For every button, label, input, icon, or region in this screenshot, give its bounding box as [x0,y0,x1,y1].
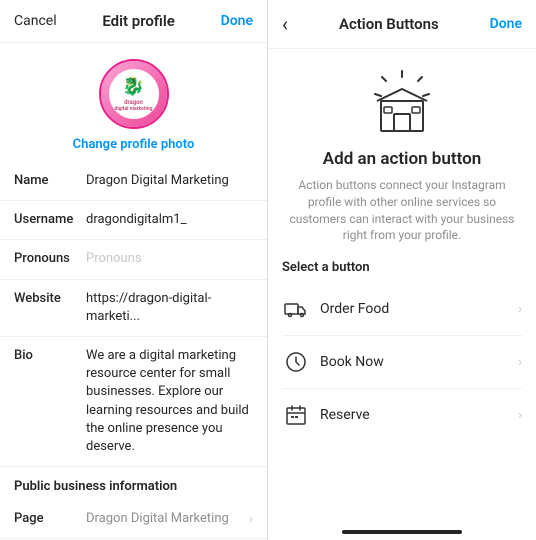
back-button[interactable]: ‹ [282,12,288,36]
pronouns-value: Pronouns [86,250,253,268]
name-value: Dragon Digital Marketing [86,172,253,190]
page-value-text: Dragon Digital Marketing [86,510,245,528]
right-done-button[interactable]: Done [490,16,522,32]
select-button-label: Select a button [282,260,522,275]
store-icon [367,69,437,139]
calendar-icon [282,401,310,429]
clock-icon [282,348,310,376]
dragon-icon: 🐉 [122,76,144,98]
avatar[interactable]: 🐉 dragon digital marketing [99,59,169,129]
public-business-section-header: Public business information [0,467,267,500]
truck-icon [282,295,310,323]
cancel-button[interactable]: Cancel [14,13,57,29]
add-button-title: Add an action button [282,149,522,169]
profile-photo-section: 🐉 dragon digital marketing Change profil… [0,43,267,162]
book-now-chevron-icon: › [518,355,522,370]
left-done-button[interactable]: Done [221,13,253,29]
left-panel-title: Edit profile [102,12,174,30]
avatar-inner: 🐉 dragon digital marketing [101,61,167,127]
username-label: Username [14,211,86,227]
page-chevron-icon: › [249,511,253,528]
name-label: Name [14,172,86,188]
pronouns-label: Pronouns [14,250,86,266]
page-label: Page [14,510,86,526]
left-header: Cancel Edit profile Done [0,0,267,43]
avatar-logo: 🐉 dragon digital marketing [109,69,159,119]
page-value: Dragon Digital Marketing › [86,510,253,528]
reserve-button[interactable]: Reserve › [282,389,522,441]
website-value: https://dragon-digital-marketi... [86,290,253,326]
right-content: Add an action button Action buttons conn… [268,49,536,524]
name-field-row[interactable]: Name Dragon Digital Marketing [0,162,267,201]
form-fields: Name Dragon Digital Marketing Username d… [0,162,267,540]
username-value: dragondigitalm1_ [86,211,253,229]
change-profile-photo-button[interactable]: Change profile photo [73,137,195,152]
avatar-text-line2: digital marketing [115,106,153,112]
pronouns-field-row[interactable]: Pronouns Pronouns [0,240,267,279]
bio-value: We are a digital marketing resource cent… [86,347,253,456]
website-label: Website [14,290,86,306]
order-food-label: Order Food [320,301,518,317]
store-illustration [282,49,522,149]
reserve-label: Reserve [320,407,518,423]
bio-field-row[interactable]: Bio We are a digital marketing resource … [0,337,267,467]
bottom-bar [342,530,462,534]
order-food-button[interactable]: Order Food › [282,283,522,336]
right-panel: ‹ Action Buttons Done [268,0,536,540]
order-food-chevron-icon: › [518,302,522,317]
add-button-description: Action buttons connect your Instagram pr… [282,177,522,244]
right-panel-title: Action Buttons [339,15,439,33]
username-field-row[interactable]: Username dragondigitalm1_ [0,201,267,240]
right-header: ‹ Action Buttons Done [268,0,536,49]
bio-label: Bio [14,347,86,363]
book-now-button[interactable]: Book Now › [282,336,522,389]
reserve-chevron-icon: › [518,408,522,423]
website-field-row[interactable]: Website https://dragon-digital-marketi..… [0,280,267,337]
book-now-label: Book Now [320,354,518,370]
page-field-row[interactable]: Page Dragon Digital Marketing › [0,500,267,539]
avatar-text-line1: dragon [124,99,143,106]
left-panel: Cancel Edit profile Done 🐉 dragon digita… [0,0,268,540]
